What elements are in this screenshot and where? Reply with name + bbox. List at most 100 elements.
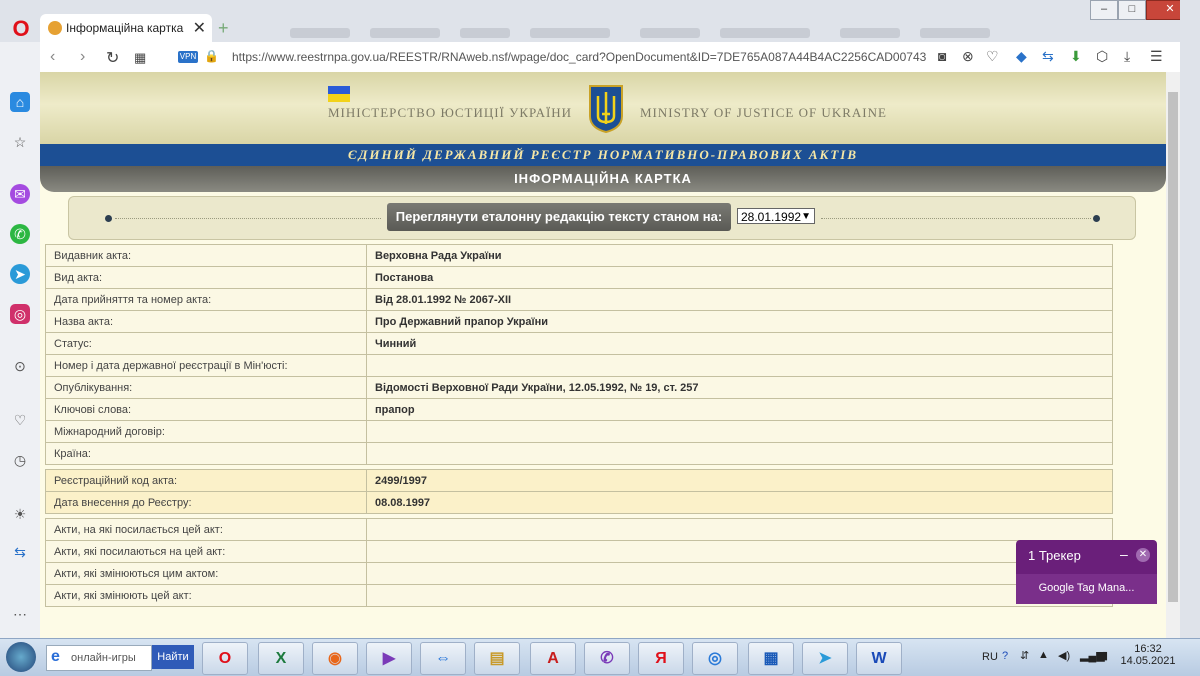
instagram-icon[interactable]: ◎ [10,304,30,324]
tray-arrow-icon[interactable]: ▲ [1038,649,1049,661]
menu-icon[interactable]: ☰ [1150,48,1163,65]
telegram-icon[interactable]: ➤ [10,264,30,284]
heart-icon[interactable]: ♡ [986,48,999,65]
history-clock-icon[interactable]: ◷ [10,450,30,470]
page-scrollbar[interactable] [1166,72,1180,638]
downloads-icon[interactable]: ⤓ [1124,48,1130,65]
firefox-taskbar-icon[interactable]: ◉ [312,642,358,675]
row-value [366,442,1113,465]
row-key: Акти, які змінюються цим актом: [45,562,367,585]
url-field[interactable]: https://www.reestrnpa.gov.ua/REESTR/RNAw… [232,50,926,64]
acrobat-taskbar-icon[interactable]: A [530,642,576,675]
visual-studio-taskbar-icon[interactable]: ▶ [366,642,412,675]
usb-icon[interactable]: ⇵ [1020,649,1029,662]
site-favicon-icon [48,21,62,35]
new-tab-icon[interactable]: + [218,18,229,39]
opera-logo-icon[interactable]: O [10,18,32,40]
start-button[interactable] [6,642,36,672]
extension-icon[interactable]: ◆ [1016,48,1027,65]
help-icon[interactable]: ? [1002,650,1008,662]
table-row: Статус: Чинний [45,332,1113,355]
row-key: Вид акта: [45,266,367,289]
lock-icon[interactable]: 🔒 [204,49,219,63]
telegram-taskbar-icon[interactable]: ➤ [802,642,848,675]
tracker-minimize-icon[interactable]: – [1120,546,1128,562]
maximize-icon[interactable]: □ [1118,0,1146,20]
window-frame [1180,0,1200,638]
row-key: Реєстраційний код акта: [45,469,367,492]
card-title: ІНФОРМАЦІЙНА КАРТКА [40,166,1166,192]
table-row: Ключові слова: прапор [45,398,1113,421]
battery-icon[interactable]: ▮ [1102,649,1108,662]
viber-taskbar-icon[interactable]: ✆ [584,642,630,675]
background-tab[interactable] [840,28,900,38]
row-key: Статус: [45,332,367,355]
table-row: Країна: [45,442,1113,465]
tab-close-icon[interactable]: ✕ [193,18,206,38]
forward-arrow-icon[interactable]: › [80,48,85,66]
teamviewer-taskbar-icon[interactable]: ⇔ [420,642,466,675]
word-taskbar-icon[interactable]: W [856,642,902,675]
whatsapp-icon[interactable]: ✆ [10,224,30,244]
clock[interactable]: 16:32 14.05.2021 [1118,643,1178,667]
adblock-icon[interactable]: ⊗ [962,48,974,65]
translate-icon[interactable]: ⇆ [1042,48,1054,65]
row-key: Назва акта: [45,310,367,333]
row-key: Опублікування: [45,376,367,399]
volume-icon[interactable]: ◀) [1058,649,1070,662]
yandex-taskbar-icon[interactable]: Я [638,642,684,675]
tracker-title: 1 Трекер [1028,548,1081,563]
scrollbar-thumb[interactable] [1168,92,1178,602]
table-row: Дата прийняття та номер акта: Від 28.01.1… [45,288,1113,311]
opera-taskbar-icon[interactable]: O [202,642,248,675]
background-tab[interactable] [920,28,990,38]
translate-sidebar-icon[interactable]: ⇆ [10,542,30,562]
home-icon[interactable]: ⌂ [10,92,30,112]
favorites-heart-icon[interactable]: ♡ [10,410,30,430]
background-tab[interactable] [290,28,350,38]
back-arrow-icon[interactable]: ‹ [50,48,55,66]
player-icon[interactable]: ⊙ [10,356,30,376]
background-tab[interactable] [720,28,810,38]
registration-table: Реєстраційний код акта: 2499/1997 Дата вн… [45,469,1113,514]
camera-icon[interactable]: ◙ [938,48,946,64]
ukraine-flag-icon [328,86,350,102]
background-tab[interactable] [460,28,510,38]
edition-date-select[interactable]: 28.01.1992 ▼ [737,208,815,224]
ministry-name-ua: МІНІСТЕРСТВО ЮСТИЦІЇ УКРАЇНИ [328,105,573,120]
download-helper-icon[interactable]: ⬇ [1070,48,1082,65]
minimize-icon[interactable]: – [1090,0,1118,20]
reload-icon[interactable]: ↻ [106,48,119,68]
taskbar-search-input[interactable]: e онлайн-игры [46,645,152,671]
explorer-taskbar-icon[interactable]: ▤ [474,642,520,675]
language-indicator[interactable]: RU [982,651,998,663]
speed-dial-icon[interactable]: ▦ [134,50,146,66]
row-key: Міжнародний договір: [45,420,367,443]
row-key: Акти, які посилаються на цей акт: [45,540,367,563]
search-find-button[interactable]: Найти [152,645,194,669]
lightbulb-icon[interactable]: ☀ [10,504,30,524]
background-tab[interactable] [370,28,440,38]
apps-taskbar-icon[interactable]: ▦ [748,642,794,675]
tracker-item[interactable]: Google Tag Mana... [1016,574,1157,604]
background-tab[interactable] [640,28,700,38]
more-dots-icon[interactable]: ⋯ [10,604,30,624]
view-edition-button[interactable]: Переглянути еталонну редакцію тексту ста… [387,203,731,231]
tracker-close-icon[interactable]: ✕ [1136,548,1150,562]
browser-tab-active[interactable]: Інформаційна картка ✕ [40,14,212,42]
excel-taskbar-icon[interactable]: X [258,642,304,675]
row-value: 2499/1997 [366,469,1113,492]
browser-tab-bar: O Інформаційна картка ✕ + – □ ✕ [0,0,1200,42]
row-value: Від 28.01.1992 № 2067-XII [366,288,1113,311]
background-tab[interactable] [530,28,610,38]
ie-logo-icon: e [51,648,60,665]
bookmarks-icon[interactable]: ☆ [10,132,30,152]
row-key: Номер і дата державної реєстрації в Мін'… [45,354,367,377]
row-key: Акти, які змінюють цей акт: [45,584,367,607]
cube-icon[interactable]: ⬡ [1096,48,1108,65]
messenger-icon[interactable]: ✉ [10,184,30,204]
network-icon[interactable]: ▂▄▆ [1080,649,1105,662]
browser-taskbar-icon[interactable]: ◎ [692,642,738,675]
coat-of-arms-icon [589,85,623,134]
vpn-badge[interactable]: VPN [178,51,198,63]
